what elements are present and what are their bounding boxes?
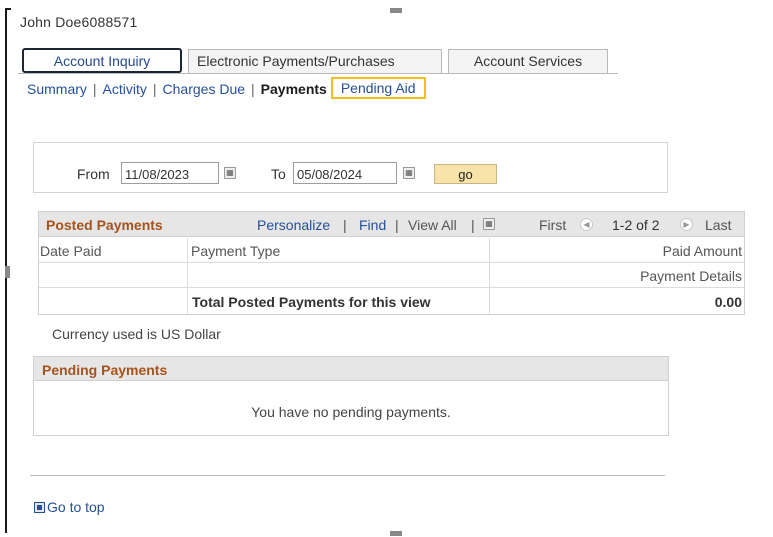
subnav-activity[interactable]: Activity [103, 81, 147, 97]
posted-payments-title: Posted Payments [46, 217, 163, 233]
subnav-payments: Payments [260, 81, 327, 97]
column-paid-amount: Paid Amount [662, 243, 742, 259]
view-all-link[interactable]: View All [408, 217, 457, 233]
tab-account-inquiry[interactable]: Account Inquiry [22, 48, 182, 73]
to-calendar-icon[interactable]: ▦ [403, 167, 415, 179]
user-name: John Doe6088571 [20, 14, 138, 30]
go-to-top-link[interactable]: Go to top [34, 499, 105, 515]
column-date-paid: Date Paid [40, 243, 102, 259]
resize-handle-bottom[interactable] [390, 531, 402, 536]
pending-payments-title: Pending Payments [42, 362, 168, 378]
pending-payments-message: You have no pending payments. [251, 404, 451, 420]
table-header-row: Date Paid Payment Type Paid Amount [39, 238, 744, 263]
find-link[interactable]: Find [359, 217, 386, 233]
footer-divider [30, 475, 665, 476]
previous-icon[interactable]: ◀ [580, 218, 593, 231]
last-link[interactable]: Last [705, 217, 731, 233]
resize-handle-left[interactable] [5, 266, 10, 278]
pending-payments-header: Pending Payments [34, 357, 668, 381]
subnav-separator: | [152, 81, 157, 97]
next-icon[interactable]: ▶ [680, 218, 693, 231]
grid-header: Posted Payments Personalize | Find | Vie… [39, 212, 744, 237]
from-date-input[interactable] [121, 162, 219, 184]
pending-payments-panel: Pending Payments You have no pending pay… [33, 356, 669, 436]
column-payment-type: Payment Type [191, 243, 281, 259]
subnav-separator: | [251, 81, 255, 97]
column-divider [489, 238, 490, 314]
payment-details-link[interactable]: Payment Details [640, 268, 742, 284]
go-to-top-label[interactable]: Go to top [47, 499, 105, 515]
first-link[interactable]: First [539, 217, 566, 233]
go-button[interactable]: go [434, 164, 497, 184]
header-separator: | [471, 217, 475, 233]
subnav: Summary | Activity | Charges Due | Payments Pen… [27, 77, 426, 100]
currency-note: Currency used is US Dollar [52, 326, 221, 342]
subnav-charges-due[interactable]: Charges Due [163, 81, 246, 97]
row-range: 1-2 of 2 [612, 217, 660, 233]
download-grid-icon[interactable]: ▦ [483, 218, 495, 230]
resize-handle-top[interactable] [390, 8, 402, 13]
go-to-top-icon [34, 502, 45, 513]
tab-electronic-payments[interactable]: Electronic Payments/Purchases [188, 49, 442, 73]
tab-divider [18, 73, 618, 74]
subnav-pending-aid[interactable]: Pending Aid [330, 77, 426, 99]
header-separator: | [343, 217, 347, 233]
from-calendar-icon[interactable]: ▦ [224, 167, 236, 179]
from-label: From [77, 166, 110, 182]
column-divider [187, 238, 188, 314]
to-date-input[interactable] [293, 162, 397, 184]
total-value: 0.00 [714, 294, 742, 310]
posted-payments-grid: Posted Payments Personalize | Find | Vie… [38, 211, 745, 315]
to-label: To [271, 166, 286, 182]
header-separator: | [395, 217, 399, 233]
total-label: Total Posted Payments for this view [192, 294, 431, 310]
subnav-separator: | [92, 81, 97, 97]
window-frame-corner [5, 8, 11, 10]
tab-account-services[interactable]: Account Services [448, 49, 608, 73]
table-row: Payment Details [39, 264, 744, 288]
total-row: Total Posted Payments for this view 0.00 [39, 289, 744, 314]
subnav-summary[interactable]: Summary [27, 81, 87, 97]
personalize-link[interactable]: Personalize [257, 217, 330, 233]
